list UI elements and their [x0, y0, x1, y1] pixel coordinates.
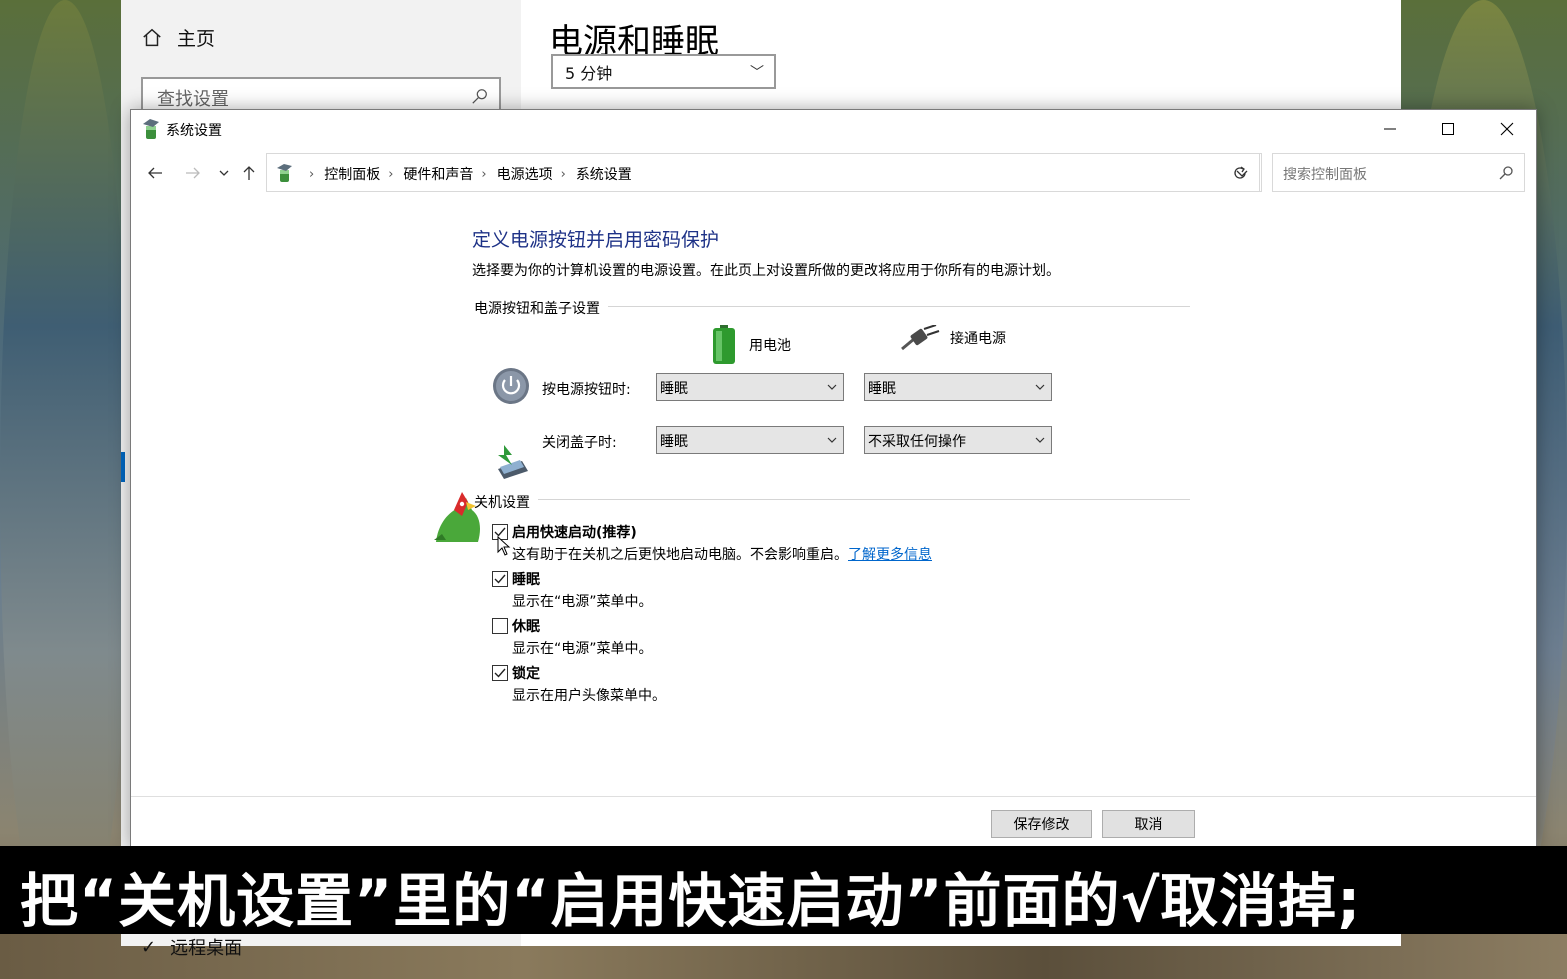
arrow-right-icon: [186, 167, 200, 179]
hibernate-description: 显示在“电源”菜单中。: [512, 641, 653, 657]
fast-startup-description: 这有助于在关机之后更快地启动电脑。不会影响重启。了解更多信息: [512, 544, 932, 564]
sleep-checkbox[interactable]: [492, 571, 508, 587]
minimize-button[interactable]: [1361, 110, 1419, 148]
chevron-right-icon: ›: [481, 166, 487, 182]
breadcrumb-control-panel[interactable]: 控制面板: [324, 164, 380, 184]
maximize-icon: [1442, 123, 1454, 135]
lock-checkbox[interactable]: [492, 665, 508, 681]
hibernate-checkbox[interactable]: [492, 618, 508, 634]
back-button[interactable]: [144, 162, 166, 184]
page-description: 选择要为你的计算机设置的电源设置。在此页上对设置所做的更改将应用于你所有的电源计…: [472, 263, 1060, 279]
chevron-down-icon: [1035, 437, 1045, 443]
home-icon: [143, 28, 161, 46]
forward-button[interactable]: [182, 162, 204, 184]
select-value: 睡眠: [660, 434, 688, 450]
arrow-left-icon: [148, 167, 162, 179]
control-panel-search-placeholder: 搜索控制面板: [1283, 167, 1367, 183]
select-value: 睡眠: [868, 381, 896, 397]
control-panel-search-input[interactable]: 搜索控制面板: [1272, 153, 1525, 192]
navigation-bar: › 控制面板 › 硬件和声音 › 电源选项 › 系统设置 搜索控制面板: [131, 148, 1536, 198]
content-area: 定义电源按钮并启用密码保护 选择要为你的计算机设置的电源设置。在此页上对设置所做…: [131, 198, 1536, 796]
breadcrumb-power-options[interactable]: 电源选项: [497, 164, 553, 184]
tutorial-caption: 把“关机设置”里的“启用快速启动”前面的√取消掉;: [0, 846, 1567, 935]
minimize-icon: [1384, 128, 1396, 130]
screen-timeout-dropdown[interactable]: 5 分钟 ﹀: [551, 54, 776, 89]
recent-locations-button[interactable]: [213, 162, 235, 184]
control-panel-icon: [277, 164, 292, 182]
address-bar[interactable]: › 控制面板 › 硬件和声音 › 电源选项 › 系统设置: [266, 153, 1260, 192]
chevron-right-icon: ›: [388, 166, 394, 182]
laptop-lid-icon: [498, 445, 528, 479]
checkmark-icon: [494, 668, 506, 678]
cancel-button[interactable]: 取消: [1102, 810, 1195, 838]
learn-more-link[interactable]: 了解更多信息: [848, 547, 932, 563]
select-value: 睡眠: [660, 381, 688, 397]
hibernate-title[interactable]: 休眠: [512, 616, 540, 636]
select-value: 不采取任何操作: [868, 434, 966, 450]
checkmark-icon: [494, 574, 506, 584]
home-nav-item[interactable]: 主页: [141, 24, 215, 51]
search-icon: [472, 89, 487, 104]
lid-ac-select[interactable]: 不采取任何操作: [864, 426, 1052, 454]
caption-text: 把“关机设置”里的“启用快速启动”前面的√取消掉;: [20, 867, 1362, 935]
group-divider: [474, 499, 1190, 500]
chevron-icon: ✓: [141, 936, 157, 958]
up-button[interactable]: [238, 162, 260, 184]
power-button-group-label: 电源按钮和盖子设置: [474, 298, 608, 318]
selected-nav-indicator: [121, 452, 125, 482]
battery-icon: [713, 325, 735, 364]
close-icon: [1500, 122, 1514, 136]
breadcrumb-hardware-sound[interactable]: 硬件和声音: [403, 164, 473, 184]
chevron-down-icon: ﹀: [750, 65, 764, 81]
power-button-icon: [493, 368, 529, 404]
chevron-down-icon: [827, 384, 837, 390]
search-icon: [1499, 166, 1513, 180]
battery-column-header: 用电池: [711, 325, 791, 365]
lid-row-label: 关闭盖子时:: [542, 435, 617, 451]
save-changes-button[interactable]: 保存修改: [991, 810, 1092, 838]
refresh-button[interactable]: [1218, 153, 1262, 192]
power-button-battery-select[interactable]: 睡眠: [656, 373, 844, 401]
fast-startup-title[interactable]: 启用快速启动(推荐): [512, 522, 637, 542]
maximize-button[interactable]: [1419, 110, 1477, 148]
sleep-title[interactable]: 睡眠: [512, 569, 540, 589]
power-plug-icon: [901, 325, 940, 351]
ac-column-header: 接通电源: [900, 325, 1006, 351]
system-settings-window: 系统设置 › 控制面板 › 硬件和声音 › 电源选项 › 系统设置 搜索控制面板…: [130, 109, 1537, 850]
window-title: 系统设置: [166, 123, 222, 139]
page-heading: 定义电源按钮并启用密码保护: [472, 229, 720, 251]
sleep-description: 显示在“电源”菜单中。: [512, 594, 653, 610]
settings-search-placeholder: 查找设置: [157, 89, 229, 110]
mouse-cursor-icon: [497, 536, 511, 556]
fast-startup-desc-text: 这有助于在关机之后更快地启动电脑。不会影响重启。: [512, 547, 848, 563]
background-scenery: [0, 0, 130, 979]
close-button[interactable]: [1478, 110, 1536, 148]
chevron-right-icon: ›: [560, 166, 566, 182]
chevron-down-icon: [1035, 384, 1045, 390]
refresh-icon: [1233, 165, 1246, 179]
arrow-up-icon: [243, 166, 255, 180]
power-button-ac-select[interactable]: 睡眠: [864, 373, 1052, 401]
dropdown-value: 5 分钟: [565, 64, 613, 83]
home-label: 主页: [177, 28, 216, 50]
chevron-down-icon: [827, 437, 837, 443]
power-button-row-label: 按电源按钮时:: [542, 382, 631, 398]
lock-description: 显示在用户头像菜单中。: [512, 688, 666, 704]
battery-label: 用电池: [749, 338, 791, 354]
lock-title[interactable]: 锁定: [512, 663, 540, 683]
parrot-mascot-icon: [434, 492, 480, 542]
chevron-down-icon: [219, 170, 229, 176]
breadcrumb-system-settings[interactable]: 系统设置: [576, 164, 632, 184]
button-bar: 保存修改 取消: [131, 796, 1536, 850]
lid-battery-select[interactable]: 睡眠: [656, 426, 844, 454]
chevron-right-icon: ›: [309, 166, 315, 182]
title-bar[interactable]: 系统设置: [131, 110, 1536, 148]
ac-label: 接通电源: [950, 331, 1006, 347]
power-options-icon: [143, 119, 159, 139]
breadcrumb: › 控制面板 › 硬件和声音 › 电源选项 › 系统设置: [301, 164, 632, 184]
